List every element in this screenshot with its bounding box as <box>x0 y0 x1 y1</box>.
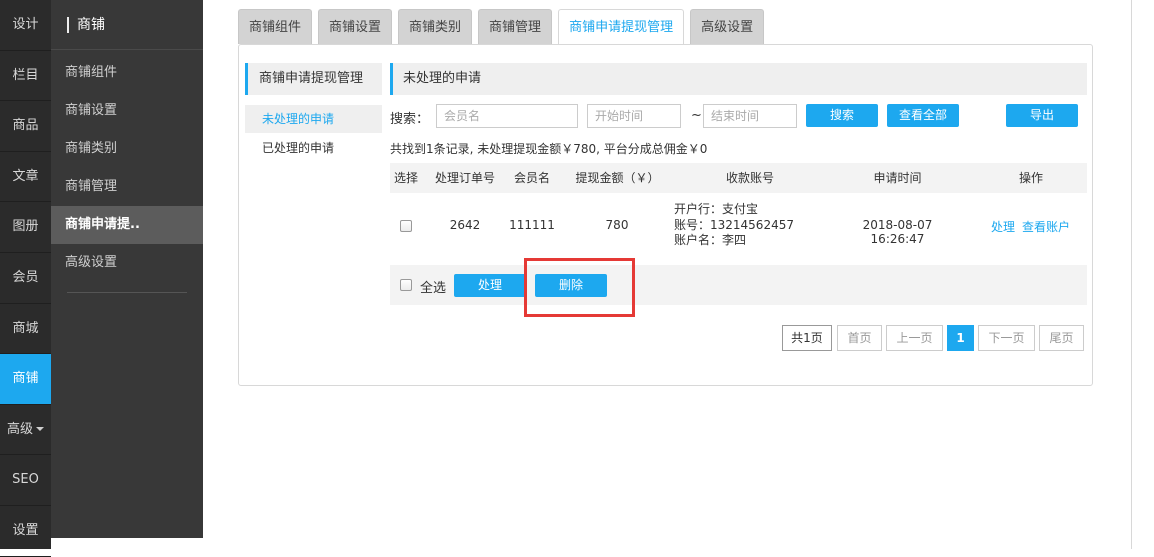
rail-item-products[interactable]: 商品 <box>0 101 51 152</box>
sub-item-advanced[interactable]: 高级设置 <box>51 244 203 282</box>
account-number: 账号：13214562457 <box>674 217 794 232</box>
process-link[interactable]: 处理 <box>991 218 1015 235</box>
end-time-input[interactable] <box>703 104 797 128</box>
prev-page-button[interactable]: 上一页 <box>886 325 943 351</box>
sub-item-categories[interactable]: 商铺类别 <box>51 130 203 168</box>
rail-item-seo[interactable]: SEO <box>0 455 51 506</box>
sub-item-settings[interactable]: 商铺设置 <box>51 92 203 130</box>
page-title: 未处理的申请 <box>390 63 1087 95</box>
search-label: 搜索： <box>390 112 430 127</box>
col-order-no: 处理订单号 <box>434 171 495 185</box>
main-rail: 设计 栏目 商品 文章 图册 会员 商城 商铺 高级 SEO 设置 <box>0 0 51 557</box>
col-action: 操作 <box>1018 171 1043 185</box>
select-all-checkbox[interactable] <box>400 279 412 291</box>
date-range-tilde: ~ <box>691 108 702 123</box>
account-bank: 开户行：支付宝 <box>674 202 759 216</box>
side-link-processed[interactable]: 已处理的申请 <box>245 134 382 162</box>
tab-withdraw[interactable]: 商铺申请提现管理 <box>558 9 685 46</box>
result-summary: 共找到1条记录, 未处理提现金额￥780, 平台分成总佣金￥0 <box>390 142 708 156</box>
col-member: 会员名 <box>513 171 550 185</box>
cell-account: 开户行：支付宝 账号：13214562457 账户名：李四 <box>674 202 794 249</box>
rail-item-columns[interactable]: 栏目 <box>0 51 51 102</box>
next-page-button[interactable]: 下一页 <box>978 325 1035 351</box>
batch-action-bar: 全选 处理 删除 <box>390 265 1087 305</box>
rail-item-shops[interactable]: 商铺 <box>0 354 51 405</box>
view-account-link[interactable]: 查看账户 <box>1022 218 1070 235</box>
account-holder: 账户名：李四 <box>674 233 747 247</box>
cell-member: 111111 <box>509 218 555 232</box>
col-account: 收款账号 <box>725 171 774 185</box>
rail-item-advanced-label: 高级 <box>6 421 33 437</box>
divider <box>67 292 187 293</box>
highlight-box <box>524 258 635 317</box>
cell-order-no: 2642 <box>449 218 481 232</box>
sub-item-components[interactable]: 商铺组件 <box>51 54 203 92</box>
table-header: 选择 处理订单号 会员名 提现金额（￥） 收款账号 申请时间 操作 <box>390 163 1087 193</box>
cell-amount: 780 <box>605 218 629 232</box>
content-panel: 商铺申请提现管理 未处理的申请 已处理的申请 未处理的申请 搜索： ~ 搜索 查… <box>238 44 1093 386</box>
rail-item-members[interactable]: 会员 <box>0 253 51 304</box>
sub-sidebar-title: 商铺 <box>51 0 203 50</box>
view-all-button[interactable]: 查看全部 <box>887 104 959 127</box>
sub-sidebar: 商铺 商铺组件 商铺设置 商铺类别 商铺管理 商铺申请提.. 高级设置 <box>51 0 203 538</box>
export-button[interactable]: 导出 <box>1006 104 1078 127</box>
last-page-button[interactable]: 尾页 <box>1039 325 1084 351</box>
select-all-label: 全选 <box>420 281 447 296</box>
tab-categories[interactable]: 商铺类别 <box>398 9 473 44</box>
rail-item-mall[interactable]: 商城 <box>0 304 51 355</box>
cell-time: 2018-08-07 16:26:47 <box>862 218 933 246</box>
member-name-input[interactable] <box>436 104 578 128</box>
current-page-button[interactable]: 1 <box>947 325 974 351</box>
search-button[interactable]: 搜索 <box>806 104 878 127</box>
col-amount: 提现金额（￥） <box>575 171 660 185</box>
tab-components[interactable]: 商铺组件 <box>238 9 313 44</box>
table-row: 2642 111111 780 开户行：支付宝 账号：13214562457 账… <box>390 193 1087 263</box>
caret-down-icon <box>36 427 44 432</box>
rail-item-articles[interactable]: 文章 <box>0 152 51 203</box>
start-time-input[interactable] <box>587 104 681 128</box>
side-panel-title: 商铺申请提现管理 <box>245 63 382 95</box>
col-time: 申请时间 <box>873 171 922 185</box>
rail-item-design[interactable]: 设计 <box>0 0 51 51</box>
tab-bar: 商铺组件 商铺设置 商铺类别 商铺管理 商铺申请提现管理 高级设置 <box>238 9 770 46</box>
first-page-button[interactable]: 首页 <box>837 325 882 351</box>
tab-management[interactable]: 商铺管理 <box>478 9 553 44</box>
sub-sidebar-title-text: 商铺 <box>77 17 105 33</box>
rail-item-advanced[interactable]: 高级 <box>0 405 51 456</box>
page-total: 共1页 <box>782 325 832 351</box>
batch-process-button[interactable]: 处理 <box>454 274 526 297</box>
rail-item-albums[interactable]: 图册 <box>0 202 51 253</box>
sub-item-management[interactable]: 商铺管理 <box>51 168 203 206</box>
tab-advanced[interactable]: 高级设置 <box>690 9 765 44</box>
title-bar-icon <box>67 17 69 33</box>
tab-settings[interactable]: 商铺设置 <box>318 9 393 44</box>
page-edge-divider <box>1131 0 1132 549</box>
side-link-pending[interactable]: 未处理的申请 <box>245 105 382 133</box>
col-select: 选择 <box>393 171 418 185</box>
sub-item-withdraw[interactable]: 商铺申请提.. <box>51 206 203 244</box>
row-checkbox[interactable] <box>400 220 412 232</box>
